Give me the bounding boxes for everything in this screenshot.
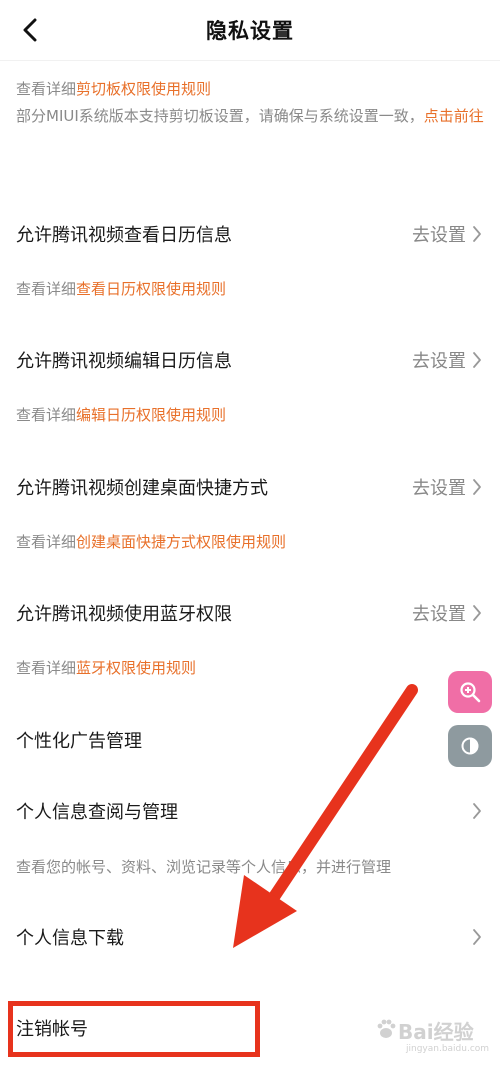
bluetooth-rule-link[interactable]: 蓝牙权限使用规则: [76, 659, 196, 677]
chevron-right-icon: [470, 224, 484, 244]
back-button[interactable]: [14, 14, 46, 46]
personal-info-row[interactable]: 个人信息查阅与管理: [0, 781, 500, 841]
zoom-in-icon: [460, 682, 481, 703]
chevron-right-icon: [470, 350, 484, 370]
clipboard-note-text: 部分MIUI系统版本支持剪切板设置，请确保与系统设置一致，: [16, 107, 424, 125]
clipboard-note-prefix: 查看详细: [16, 80, 77, 98]
bluetooth-label: 允许腾讯视频使用蓝牙权限: [16, 604, 232, 625]
page-title: 隐私设置: [206, 19, 294, 43]
header-divider: [0, 60, 500, 61]
calendar-view-label: 允许腾讯视频查看日历信息: [16, 225, 232, 246]
calendar-edit-note-prefix: 查看详细: [16, 406, 77, 424]
shortcut-note: 查看详细创建桌面快捷方式权限使用规则: [16, 529, 486, 556]
shortcut-row[interactable]: 允许腾讯视频创建桌面快捷方式 去设置: [0, 457, 500, 517]
top-bar: 隐私设置: [0, 0, 500, 60]
chevron-right-icon: [470, 927, 484, 947]
chevron-right-icon: [470, 477, 484, 497]
clipboard-action-link[interactable]: 点击前往: [424, 107, 484, 125]
clipboard-rule-link[interactable]: 剪切板权限使用规则: [76, 80, 211, 98]
watermark-text: Bai经验: [398, 1020, 474, 1044]
chevron-right-icon: [470, 801, 484, 821]
personal-info-note: 查看您的帐号、资料、浏览记录等个人信息，并进行管理: [16, 858, 392, 876]
privacy-settings-page: 隐私设置 查看详细剪切板权限使用规则 部分MIUI系统版本支持剪切板设置，请确保…: [0, 0, 500, 1065]
calendar-view-rule-link[interactable]: 查看日历权限使用规则: [76, 280, 226, 298]
bluetooth-value: 去设置: [412, 604, 466, 625]
contrast-icon: [461, 737, 479, 755]
clipboard-note: 查看详细剪切板权限使用规则 部分MIUI系统版本支持剪切板设置，请确保与系统设置…: [16, 76, 486, 130]
bluetooth-row[interactable]: 允许腾讯视频使用蓝牙权限 去设置: [0, 583, 500, 643]
shortcut-label: 允许腾讯视频创建桌面快捷方式: [16, 478, 268, 499]
personal-info-label: 个人信息查阅与管理: [16, 802, 178, 823]
calendar-view-row[interactable]: 允许腾讯视频查看日历信息 去设置: [0, 204, 500, 264]
calendar-edit-value: 去设置: [412, 351, 466, 372]
personal-info-download-row[interactable]: 个人信息下载: [0, 907, 500, 967]
shortcut-rule-link[interactable]: 创建桌面快捷方式权限使用规则: [76, 533, 286, 551]
calendar-edit-label: 允许腾讯视频编辑日历信息: [16, 351, 232, 372]
baidu-watermark: Bai经验 jingyan.baidu.com: [376, 1010, 496, 1062]
bluetooth-note-prefix: 查看详细: [16, 659, 77, 677]
chevron-right-icon: [470, 603, 484, 623]
personal-info-download-label: 个人信息下载: [16, 928, 124, 949]
calendar-view-value: 去设置: [412, 225, 466, 246]
personalized-ads-label: 个性化广告管理: [16, 731, 142, 752]
personalized-ads-row[interactable]: 个性化广告管理: [0, 710, 500, 770]
calendar-view-note: 查看详细查看日历权限使用规则: [16, 276, 486, 303]
shortcut-value: 去设置: [412, 478, 466, 499]
calendar-edit-note: 查看详细编辑日历权限使用规则: [16, 402, 486, 429]
shortcut-note-prefix: 查看详细: [16, 533, 77, 551]
calendar-edit-row[interactable]: 允许腾讯视频编辑日历信息 去设置: [0, 330, 500, 390]
calendar-view-note-prefix: 查看详细: [16, 280, 77, 298]
paw-icon: [377, 1019, 396, 1038]
watermark-sub: jingyan.baidu.com: [406, 1044, 490, 1054]
contrast-button[interactable]: [448, 725, 492, 767]
zoom-button[interactable]: [448, 671, 492, 713]
calendar-edit-rule-link[interactable]: 编辑日历权限使用规则: [76, 406, 226, 424]
chevron-left-icon: [23, 18, 37, 42]
bluetooth-note: 查看详细蓝牙权限使用规则: [16, 655, 486, 682]
